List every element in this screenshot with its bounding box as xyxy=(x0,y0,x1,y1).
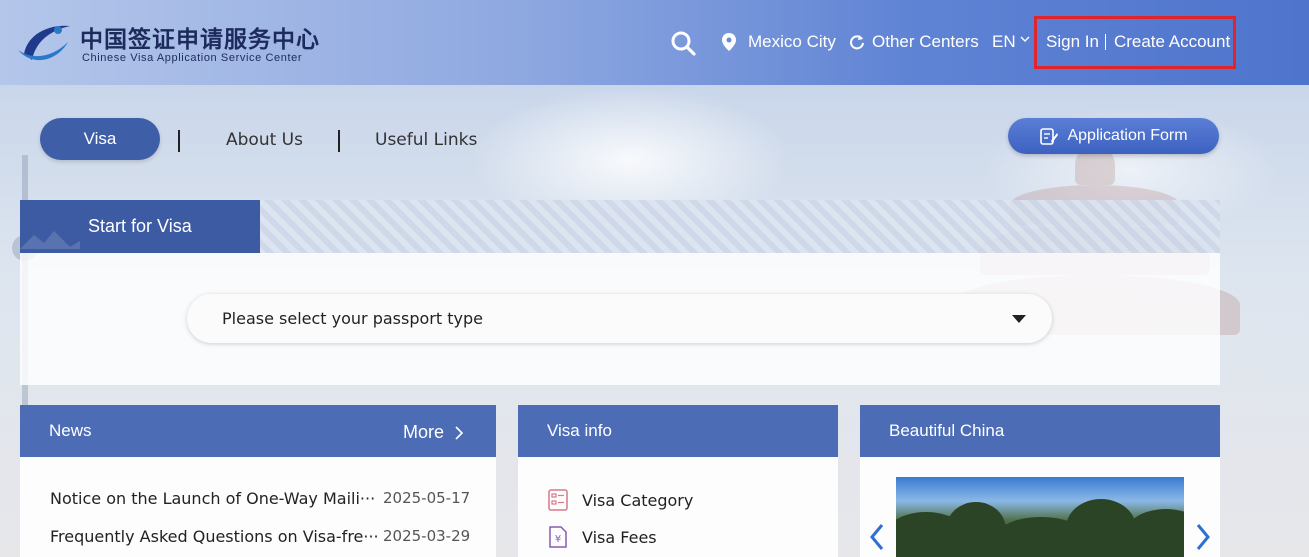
visa-fees-label: Visa Fees xyxy=(582,527,657,547)
chevron-down-icon xyxy=(1020,36,1030,42)
news-item-title[interactable]: Notice on the Launch of One-Way Maili··· xyxy=(50,489,375,508)
visa-fees-link[interactable]: ¥ Visa Fees xyxy=(548,526,657,548)
mountain-decoration-icon xyxy=(20,231,80,249)
visa-category-link[interactable]: Visa Category xyxy=(548,489,693,511)
visa-info-title: Visa info xyxy=(547,421,612,440)
divider xyxy=(1104,34,1106,50)
beautiful-china-card-header: Beautiful China xyxy=(860,405,1220,457)
nav-visa-tab[interactable]: Visa xyxy=(40,118,160,160)
create-account-link[interactable]: Create Account xyxy=(1114,32,1230,52)
location-selector[interactable]: Mexico City xyxy=(722,32,836,52)
map-pin-icon xyxy=(722,33,736,51)
caret-down-icon xyxy=(1012,315,1026,323)
visa-info-card-header: Visa info xyxy=(518,405,838,457)
news-item-date: 2025-05-17 xyxy=(383,489,471,507)
news-title: News xyxy=(49,421,92,440)
yuan-document-icon: ¥ xyxy=(549,526,567,548)
nav-about-us[interactable]: About Us xyxy=(226,130,303,150)
language-selector[interactable]: EN xyxy=(992,32,1030,52)
refresh-icon xyxy=(850,35,864,50)
sign-in-link[interactable]: Sign In xyxy=(1046,32,1099,52)
svg-text:¥: ¥ xyxy=(555,534,561,545)
start-for-visa-label: Start for Visa xyxy=(88,216,192,236)
language-label: EN xyxy=(992,32,1016,51)
news-more-link[interactable]: More xyxy=(403,422,464,443)
passport-type-placeholder: Please select your passport type xyxy=(222,309,483,328)
site-logo[interactable]: 中国签证申请服务中心 Chinese Visa Application Serv… xyxy=(18,18,319,70)
landscape-photo[interactable] xyxy=(896,477,1184,557)
form-edit-icon xyxy=(1040,128,1059,145)
passport-type-select[interactable]: Please select your passport type xyxy=(187,294,1052,343)
logo-swoosh-icon xyxy=(18,25,70,61)
news-item-date: 2025-03-29 xyxy=(383,527,471,545)
account-links: Sign In Create Account xyxy=(1046,32,1230,52)
carousel-prev-icon[interactable] xyxy=(868,522,886,552)
start-for-visa-tab: Start for Visa xyxy=(20,200,260,253)
site-header: 中国签证申请服务中心 Chinese Visa Application Serv… xyxy=(0,0,1309,85)
other-centers-label: Other Centers xyxy=(872,32,979,51)
application-form-label: Application Form xyxy=(1067,127,1188,144)
nav-divider xyxy=(178,130,180,152)
other-centers-link[interactable]: Other Centers xyxy=(849,32,979,52)
news-card-header: News More xyxy=(20,405,496,457)
brand-name-en: Chinese Visa Application Service Center xyxy=(82,52,303,64)
news-more-label: More xyxy=(403,422,445,442)
chevron-right-icon xyxy=(455,425,464,440)
nav-useful-links[interactable]: Useful Links xyxy=(375,130,477,150)
brand-name-cn: 中国签证申请服务中心 xyxy=(80,26,320,53)
news-item-title[interactable]: Frequently Asked Questions on Visa-fre··… xyxy=(50,527,379,546)
carousel-next-icon[interactable] xyxy=(1194,522,1212,552)
beautiful-china-title: Beautiful China xyxy=(889,421,1005,440)
nav-divider xyxy=(338,130,340,152)
location-label: Mexico City xyxy=(748,32,836,51)
list-document-icon xyxy=(548,489,568,511)
application-form-button[interactable]: Application Form xyxy=(1008,118,1219,154)
search-icon[interactable] xyxy=(670,30,696,56)
visa-category-label: Visa Category xyxy=(582,490,694,510)
